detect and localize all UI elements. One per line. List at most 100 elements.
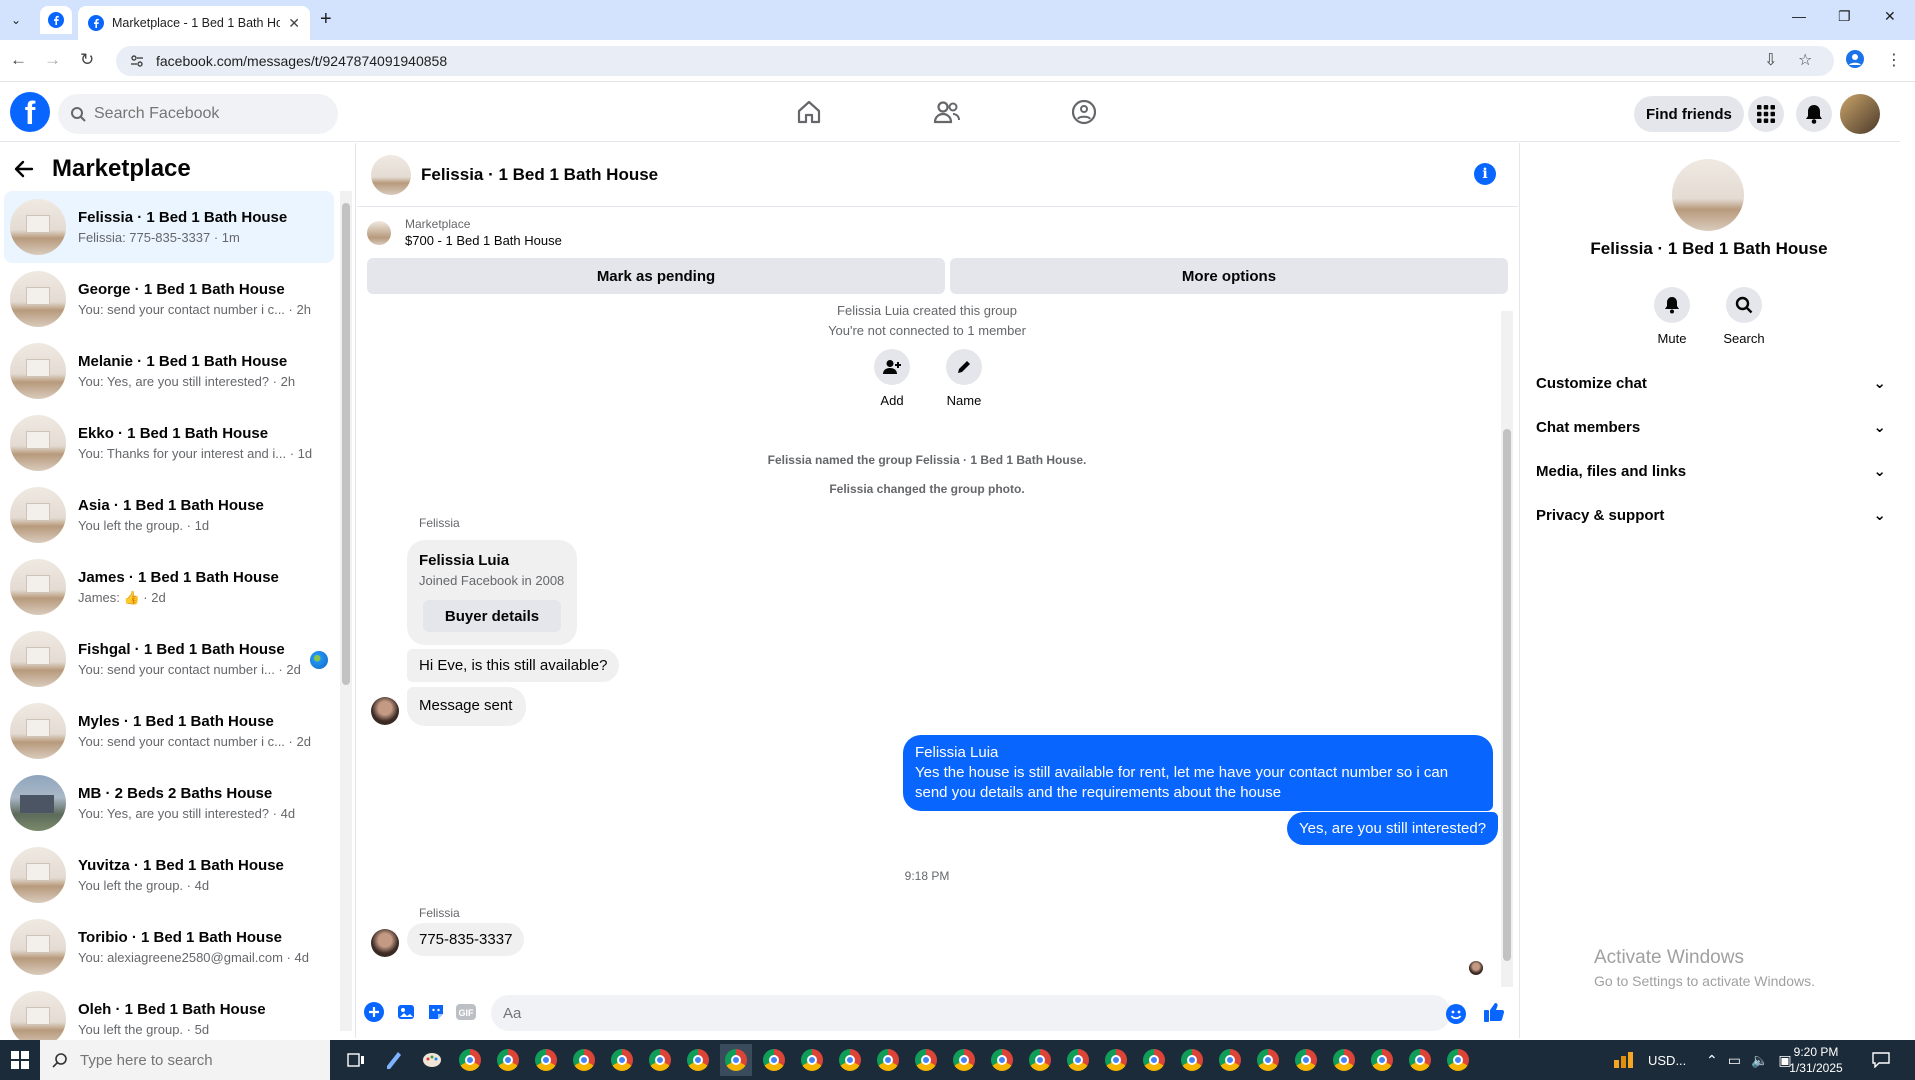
- chrome-icon[interactable]: [910, 1044, 942, 1076]
- chrome-icon[interactable]: [1366, 1044, 1398, 1076]
- search-action[interactable]: Search: [1714, 287, 1774, 346]
- outgoing-message[interactable]: Felissia Luia Yes the house is still ava…: [903, 735, 1493, 811]
- chrome-icon[interactable]: [1100, 1044, 1132, 1076]
- section-chat-members[interactable]: Chat members ⌄: [1536, 409, 1886, 445]
- conversation-item[interactable]: Ekko · 1 Bed 1 Bath House You: Thanks for…: [4, 407, 334, 479]
- section-media-files-links[interactable]: Media, files and links ⌄: [1536, 453, 1886, 489]
- chrome-icon[interactable]: [682, 1044, 714, 1076]
- mark-pending-button[interactable]: Mark as pending: [367, 258, 945, 294]
- conversation-item[interactable]: Toribio · 1 Bed 1 Bath House You: alexiag…: [4, 911, 334, 983]
- chat-scrollbar[interactable]: [1501, 311, 1513, 987]
- tab-search-dropdown[interactable]: ⌄: [4, 8, 28, 32]
- message-input[interactable]: [503, 1004, 1403, 1022]
- taskbar-clock[interactable]: 9:20 PM 1/31/2025: [1776, 1044, 1856, 1076]
- message-input-box[interactable]: [491, 995, 1451, 1031]
- chrome-icon[interactable]: [1328, 1044, 1360, 1076]
- chrome-icon[interactable]: [530, 1044, 562, 1076]
- chrome-icon[interactable]: [1290, 1044, 1322, 1076]
- conversation-item[interactable]: MB · 2 Beds 2 Baths House You: Yes, are y…: [4, 767, 334, 839]
- bookmark-star-icon[interactable]: ☆: [1798, 50, 1812, 70]
- add-member-action[interactable]: Add: [862, 349, 922, 408]
- chat-avatar[interactable]: [371, 154, 411, 195]
- group-avatar[interactable]: [1672, 159, 1744, 231]
- tab-close-icon[interactable]: ✕: [288, 15, 300, 32]
- incoming-message[interactable]: Message sent: [407, 687, 527, 726]
- sender-avatar[interactable]: [371, 929, 399, 957]
- taskbar-search[interactable]: [40, 1040, 330, 1080]
- forward-icon[interactable]: →: [44, 50, 61, 70]
- conversation-item[interactable]: James · 1 Bed 1 Bath House James: 👍 · 2d: [4, 551, 334, 623]
- facebook-search[interactable]: [58, 94, 338, 134]
- groups-icon[interactable]: [1068, 96, 1100, 128]
- conversation-item[interactable]: Melanie · 1 Bed 1 Bath House You: Yes, ar…: [4, 335, 334, 407]
- chrome-icon[interactable]: [492, 1044, 524, 1076]
- site-info-icon[interactable]: [130, 54, 144, 68]
- new-tab-icon[interactable]: +: [320, 8, 332, 31]
- back-arrow-icon[interactable]: [14, 159, 34, 179]
- chrome-icon[interactable]: [948, 1044, 980, 1076]
- pinned-facebook-tab[interactable]: [40, 6, 72, 34]
- chrome-icon[interactable]: [568, 1044, 600, 1076]
- back-icon[interactable]: ←: [10, 50, 27, 70]
- page-scrollbar[interactable]: [1901, 82, 1915, 1038]
- sidebar-scrollbar[interactable]: [340, 191, 352, 1031]
- friends-icon[interactable]: [931, 96, 963, 128]
- incoming-message[interactable]: 775-835-3337: [407, 923, 525, 956]
- conversation-item[interactable]: Myles · 1 Bed 1 Bath House You: send your…: [4, 695, 334, 767]
- chrome-icon[interactable]: [986, 1044, 1018, 1076]
- chrome-icon[interactable]: [1062, 1044, 1094, 1076]
- chrome-icon[interactable]: [872, 1044, 904, 1076]
- section-privacy-support[interactable]: Privacy & support ⌄: [1536, 497, 1886, 533]
- chrome-icon[interactable]: [644, 1044, 676, 1076]
- mute-action[interactable]: Mute: [1642, 287, 1702, 346]
- outgoing-message[interactable]: Yes, are you still interested?: [1287, 812, 1499, 845]
- gif-icon[interactable]: GIF: [455, 1001, 477, 1023]
- volume-icon[interactable]: 🔈: [1751, 1052, 1768, 1069]
- close-window-icon[interactable]: ✕: [1884, 8, 1896, 25]
- chrome-icon[interactable]: [720, 1044, 752, 1076]
- notepad-icon[interactable]: [378, 1044, 410, 1076]
- photo-icon[interactable]: [395, 1001, 417, 1023]
- chrome-icon[interactable]: [1138, 1044, 1170, 1076]
- chrome-icon[interactable]: [758, 1044, 790, 1076]
- restore-icon[interactable]: ❐: [1838, 8, 1851, 25]
- paint-icon[interactable]: [416, 1044, 448, 1076]
- currency-widget[interactable]: USD...: [1612, 1040, 1686, 1080]
- install-app-icon[interactable]: ⇩: [1764, 50, 1777, 70]
- profile-icon[interactable]: [1846, 50, 1864, 73]
- find-friends-button[interactable]: Find friends: [1634, 96, 1744, 132]
- reload-icon[interactable]: ↻: [80, 50, 94, 70]
- sticker-icon[interactable]: [425, 1001, 447, 1023]
- menu-grid-icon[interactable]: [1748, 96, 1784, 132]
- facebook-logo-icon[interactable]: f: [10, 92, 50, 132]
- facebook-search-input[interactable]: [94, 105, 314, 123]
- chrome-icon[interactable]: [1176, 1044, 1208, 1076]
- incoming-message[interactable]: Hi Eve, is this still available?: [407, 649, 620, 682]
- buyer-details-button[interactable]: Buyer details: [423, 600, 561, 632]
- plus-circle-icon[interactable]: [363, 1001, 385, 1023]
- section-customize-chat[interactable]: Customize chat ⌄: [1536, 365, 1886, 401]
- home-icon[interactable]: [793, 96, 825, 128]
- chrome-icon[interactable]: [1442, 1044, 1474, 1076]
- browser-menu-icon[interactable]: ⋮: [1886, 50, 1902, 70]
- chevron-up-icon[interactable]: ⌃: [1706, 1052, 1718, 1069]
- network-icon[interactable]: ▭: [1728, 1052, 1741, 1069]
- sender-avatar[interactable]: [371, 697, 399, 725]
- conversation-item[interactable]: Felissia · 1 Bed 1 Bath House Felissia: 7…: [4, 191, 334, 263]
- chrome-icon[interactable]: [796, 1044, 828, 1076]
- listing-banner[interactable]: Marketplace $700 - 1 Bed 1 Bath House: [367, 217, 562, 248]
- chrome-icon[interactable]: [1404, 1044, 1436, 1076]
- notification-center-icon[interactable]: [1872, 1040, 1890, 1080]
- emoji-icon[interactable]: [1445, 1003, 1467, 1025]
- chrome-icon[interactable]: [606, 1044, 638, 1076]
- conversation-item[interactable]: Asia · 1 Bed 1 Bath House You left the gr…: [4, 479, 334, 551]
- taskbar-search-input[interactable]: [80, 1051, 280, 1069]
- conversation-item[interactable]: George · 1 Bed 1 Bath House You: send you…: [4, 263, 334, 335]
- name-group-action[interactable]: Name: [934, 349, 994, 408]
- task-view-icon[interactable]: [340, 1044, 372, 1076]
- windows-start-icon[interactable]: [0, 1040, 40, 1080]
- chrome-icon[interactable]: [834, 1044, 866, 1076]
- info-icon[interactable]: i: [1474, 163, 1496, 185]
- chrome-icon[interactable]: [1252, 1044, 1284, 1076]
- chrome-icon[interactable]: [454, 1044, 486, 1076]
